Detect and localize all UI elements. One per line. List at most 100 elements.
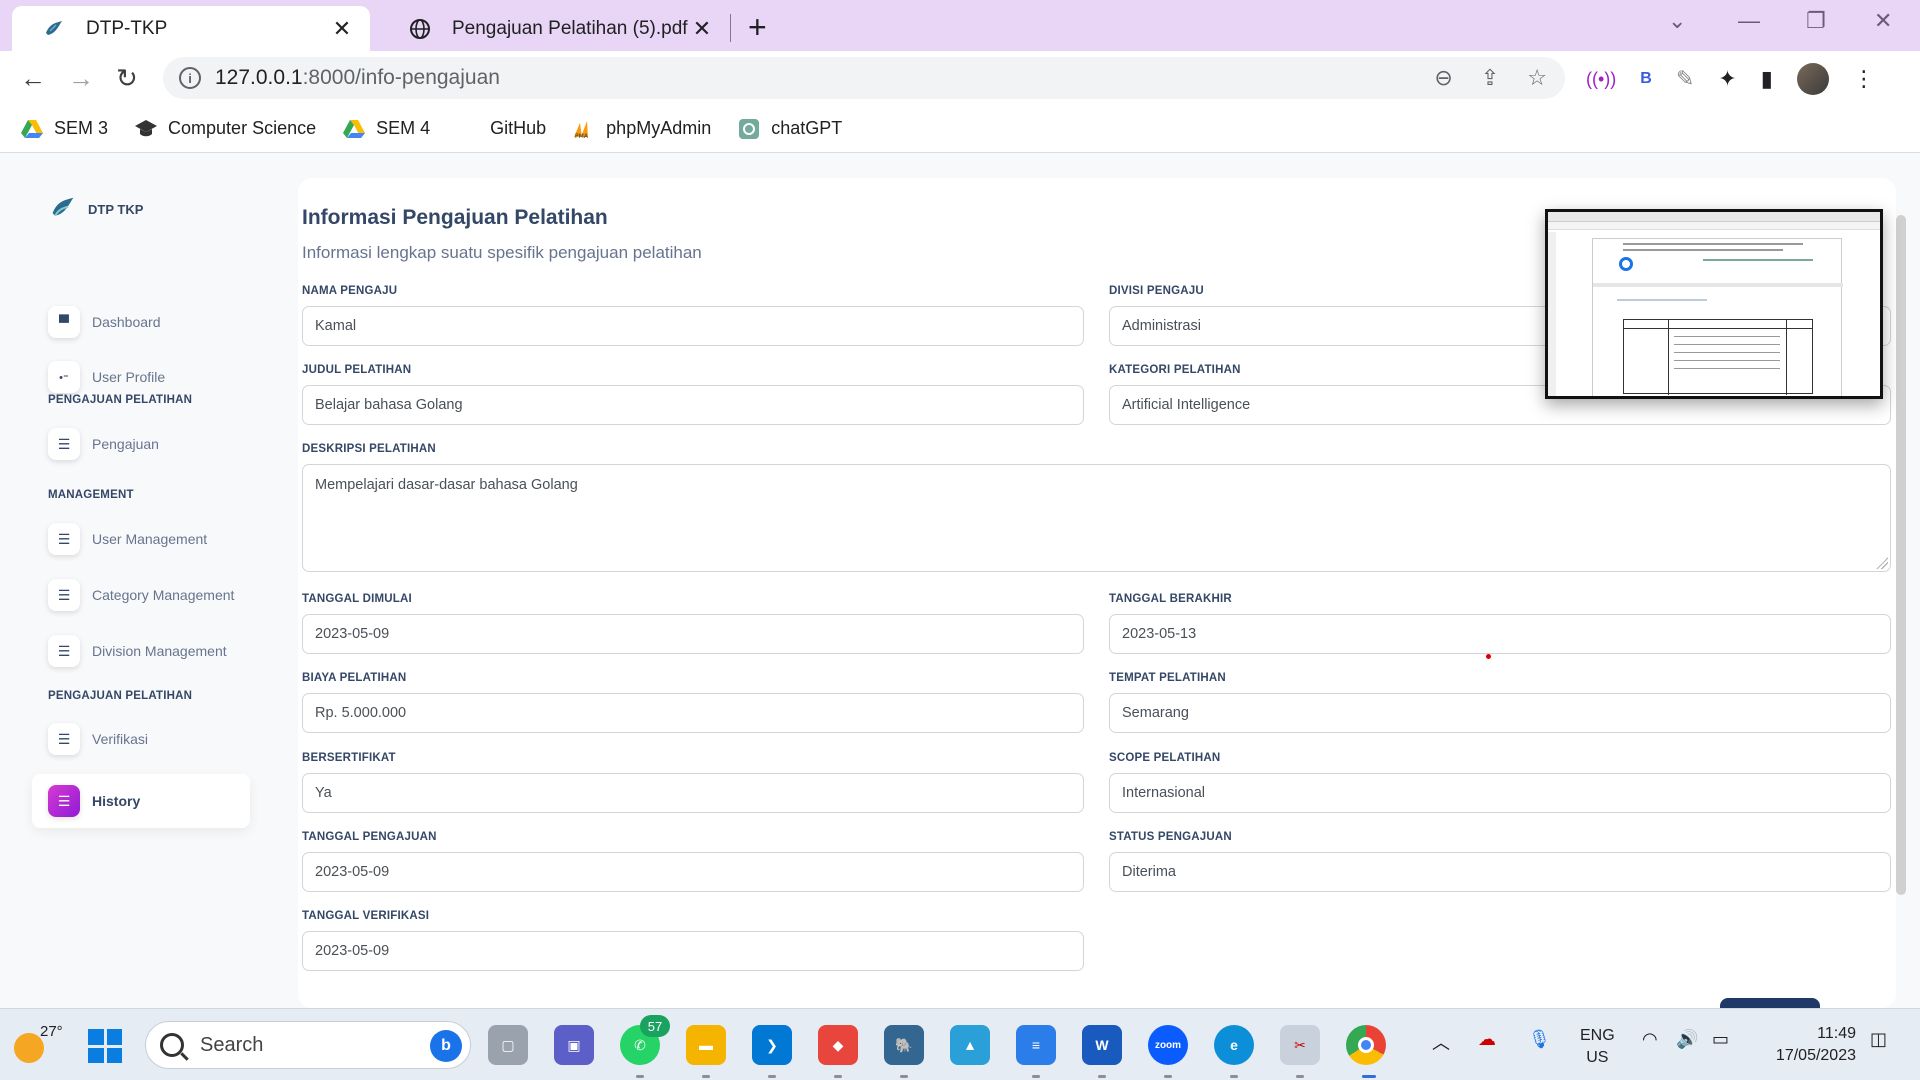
tab-search-chevron-icon[interactable]: ⌄ [1668,8,1686,34]
system-clock[interactable]: 11:49 17/05/2023 [1762,1023,1856,1067]
bookmark-sem3[interactable]: SEM 3 [20,118,108,140]
word-icon[interactable]: W [1082,1025,1122,1065]
close-window-icon[interactable]: ✕ [1874,8,1892,34]
phpmyadmin-icon: PMA [572,118,596,140]
scope-pelatihan-field[interactable]: Internasional [1109,773,1891,813]
tanggal-pengajuan-field[interactable]: 2023-05-09 [302,852,1084,892]
github-icon [456,118,480,140]
status-pengajuan-field[interactable]: Diterima [1109,852,1891,892]
region-code: US [1586,1049,1609,1066]
share-icon[interactable]: ⇪ [1481,65,1499,91]
weather-widget[interactable]: 27° [14,1023,63,1063]
notepad-icon[interactable]: ≡ [1016,1025,1056,1065]
tray-overflow-chevron-icon[interactable]: ︿ [1432,1029,1450,1055]
list-icon: ☰ [48,723,80,755]
teams-chat-icon[interactable]: ▣ [554,1025,594,1065]
profile-avatar[interactable] [1796,63,1829,95]
page-scrollbar[interactable] [1896,215,1906,895]
site-info-icon[interactable]: i [179,67,201,89]
thumbnail-text-line [1674,368,1780,369]
tab-title: Pengajuan Pelatihan (5).pdf [452,17,688,39]
edge-icon[interactable]: e [1214,1025,1254,1065]
judul-pelatihan-field[interactable]: Belajar bahasa Golang [302,385,1084,425]
bookmark-github[interactable]: GitHub [456,118,546,140]
forward-arrow-icon[interactable]: → [68,63,94,94]
sidebar-item-division-management[interactable]: ☰ Division Management [32,624,250,678]
whatsapp-badge: 57 [640,1015,670,1037]
input-language[interactable]: ENG US [1580,1025,1615,1069]
restore-icon[interactable]: ❐ [1806,8,1826,34]
git-gui-icon[interactable]: ◆ [818,1025,858,1065]
sidebar-item-history[interactable]: ☰ History [32,774,250,828]
taskbar-search[interactable]: Search b [145,1021,471,1069]
tanggal-verifikasi-field[interactable]: 2023-05-09 [302,931,1084,971]
bookmark-star-icon[interactable]: ☆ [1527,65,1547,91]
sidebar-item-user-management[interactable]: ☰ User Management [32,512,250,566]
sidebar-item-dashboard[interactable]: ▀ Dashboard [32,295,250,349]
new-tab-icon[interactable]: + [748,9,767,46]
bing-icon[interactable]: b [430,1030,462,1062]
b-extension-icon[interactable]: B [1640,70,1652,88]
microphone-icon[interactable]: 🎙 [1528,1029,1551,1050]
bookmark-label: Computer Science [168,118,317,138]
task-view-icon[interactable]: ▢ [488,1025,528,1065]
sidebar-section-management: MANAGEMENT [48,489,134,501]
vscode-icon[interactable]: ❯ [752,1025,792,1065]
sidebar-brand[interactable]: DTP TKP [50,195,143,224]
thumbnail-text-line [1623,249,1783,251]
close-tab-icon[interactable]: ✕ [690,16,714,42]
tanggal-berakhir-field[interactable]: 2023-05-13 [1109,614,1891,654]
postgresql-icon[interactable]: 🐘 [884,1025,924,1065]
tempat-pelatihan-field[interactable]: Semarang [1109,693,1891,733]
sidebar-item-verifikasi[interactable]: ☰ Verifikasi [32,712,250,766]
onedrive-error-icon[interactable]: ☁ [1478,1029,1496,1050]
sidebar-item-category-management[interactable]: ☰ Category Management [32,568,250,622]
side-panel-icon[interactable]: ▮ [1761,66,1773,92]
sidebar-item-label: Category Management [92,587,235,603]
photos-icon[interactable]: ▲ [950,1025,990,1065]
pdf-preview-thumbnail[interactable] [1545,209,1883,399]
reload-icon[interactable]: ↻ [116,63,138,94]
thumbnail-table-line [1786,320,1787,395]
chrome-icon[interactable] [1346,1025,1386,1065]
deskripsi-pelatihan-textarea[interactable]: Mempelajari dasar-dasar bahasa Golang [302,464,1891,572]
address-bar[interactable]: i 127.0.0.1:8000/info-pengajuan ⊖ ⇪ ☆ [163,57,1565,99]
tab-dtp-tkp[interactable]: DTP-TKP ✕ [12,6,370,51]
tanggal-dimulai-field[interactable]: 2023-05-09 [302,614,1084,654]
windows-taskbar: 27° Search b ▢ ▣ ✆ 57 ▬ ❯ ◆ 🐘 ▲ ≡ W zoom… [0,1008,1920,1080]
biaya-pelatihan-field[interactable]: Rp. 5.000.000 [302,693,1084,733]
volume-icon[interactable]: 🔊 [1676,1029,1698,1050]
bookmark-sem4[interactable]: SEM 4 [342,118,430,140]
file-explorer-icon[interactable]: ▬ [686,1025,726,1065]
wifi-icon[interactable]: ◠ [1642,1029,1658,1050]
sidebar-item-pengajuan[interactable]: ☰ Pengajuan [32,417,250,471]
bersertifikat-field[interactable]: Ya [302,773,1084,813]
notifications-icon[interactable]: ◫ [1870,1029,1887,1050]
nama-pengaju-field[interactable]: Kamal [302,306,1084,346]
thumbnail-text-line [1674,352,1780,353]
close-tab-icon[interactable]: ✕ [330,16,354,42]
page-title: Informasi Pengajuan Pelatihan [302,206,608,229]
tab-pdf[interactable]: Pengajuan Pelatihan (5).pdf ✕ [378,6,730,51]
running-indicator [636,1075,644,1078]
graduation-cap-icon [134,118,158,140]
zoom-icon[interactable]: zoom [1148,1025,1188,1065]
thumbnail-text-line [1623,243,1803,245]
minimize-icon[interactable]: — [1738,8,1760,34]
feather-extension-icon[interactable]: ✎ [1676,66,1694,92]
tab-title: DTP-TKP [86,17,168,39]
thumbnail-text-line [1674,336,1780,337]
resize-handle-icon[interactable] [1876,557,1888,569]
windows-start-icon[interactable] [88,1029,122,1063]
snipping-tool-icon[interactable]: ✂ [1280,1025,1320,1065]
back-arrow-icon[interactable]: ← [20,63,46,94]
bookmark-computer-science[interactable]: Computer Science [134,118,316,140]
battery-icon[interactable]: ▭ [1712,1029,1729,1050]
bookmark-chatgpt[interactable]: chatGPT [737,118,842,140]
zoom-out-icon[interactable]: ⊖ [1434,65,1452,91]
extensions-puzzle-icon[interactable]: ✦ [1718,66,1736,92]
bookmark-phpmyadmin[interactable]: PMA phpMyAdmin [572,118,711,140]
podcast-extension-icon[interactable]: ((•)) [1586,69,1616,90]
chatgpt-icon [737,118,761,140]
chrome-menu-icon[interactable]: ⋮ [1853,66,1875,92]
